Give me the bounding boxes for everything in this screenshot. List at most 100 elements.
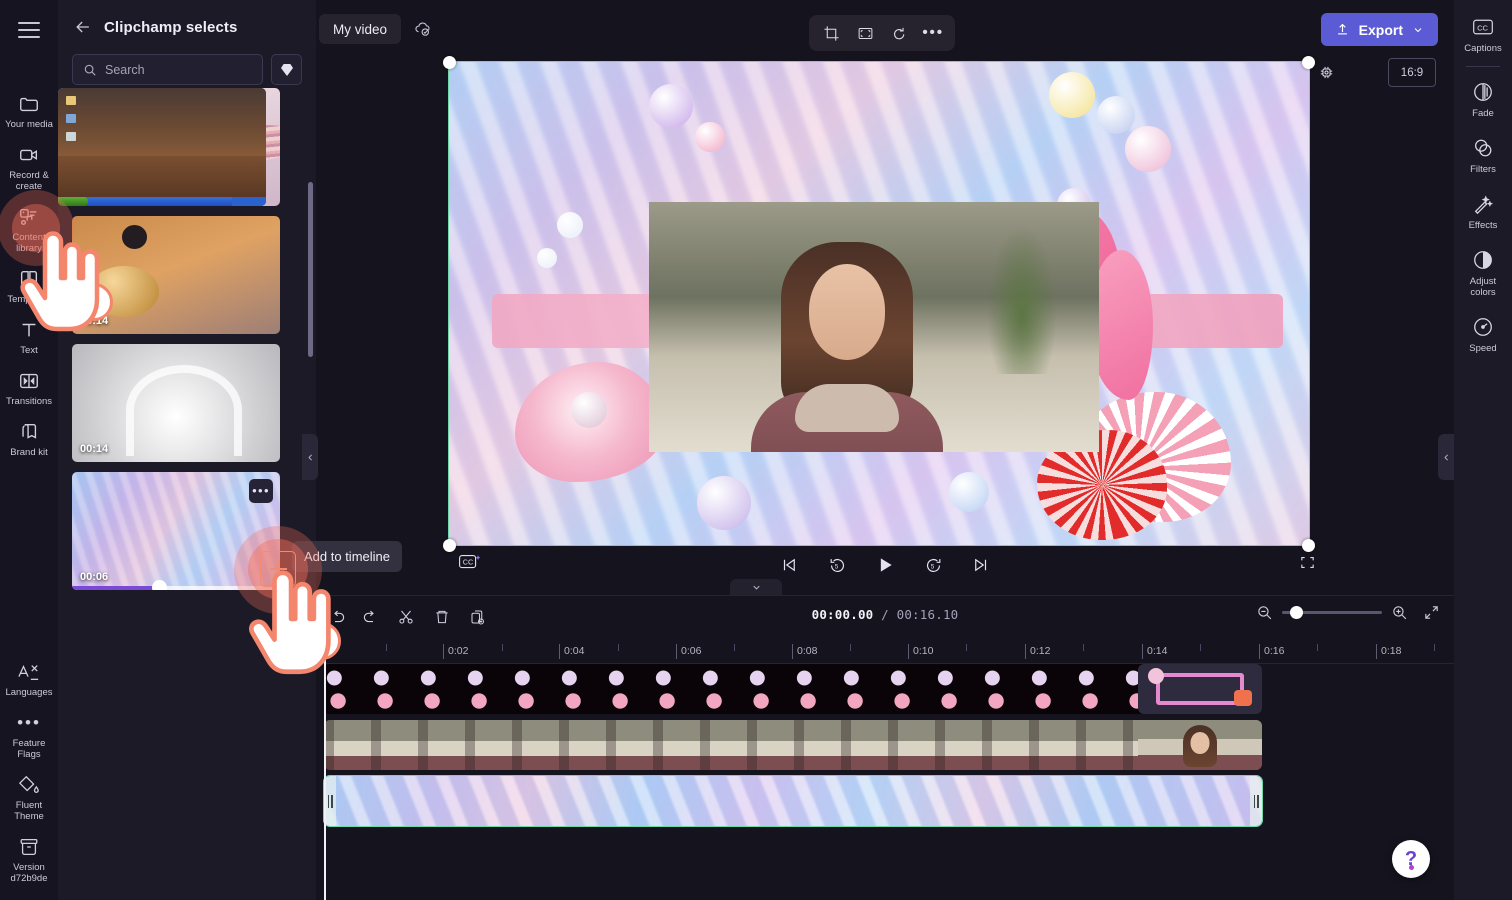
skip-to-end-button[interactable] xyxy=(968,552,994,578)
decor-bubble xyxy=(697,476,751,530)
sidebar-item-your-media[interactable]: Your media xyxy=(0,85,58,136)
list-item[interactable]: 00:14 xyxy=(72,344,280,462)
transport-controls: 5 5 xyxy=(776,552,994,578)
back-arrow-icon[interactable] xyxy=(72,16,94,38)
panel-header: Clipchamp selects xyxy=(58,0,316,54)
clip-hover-segment[interactable] xyxy=(1138,664,1262,714)
fullscreen-button[interactable] xyxy=(1299,554,1316,576)
right-item-captions[interactable]: CC Captions xyxy=(1454,6,1512,62)
sidebar-item-transitions[interactable]: Transitions xyxy=(0,362,58,413)
redo-button[interactable] xyxy=(354,602,386,632)
thumbnail-scrubber[interactable] xyxy=(72,580,280,590)
paint-bucket-icon xyxy=(18,773,40,797)
play-button[interactable] xyxy=(872,552,898,578)
rewind-5s-button[interactable]: 5 xyxy=(824,552,850,578)
decor-bubble xyxy=(1097,96,1135,134)
fit-to-frame-button[interactable] xyxy=(851,19,879,47)
right-item-label: Effects xyxy=(1468,220,1498,231)
undo-button[interactable] xyxy=(322,602,354,632)
effects-wand-icon xyxy=(1472,192,1494,216)
right-item-adjust-colors[interactable]: Adjust colors xyxy=(1454,239,1512,306)
sidebar-item-content-library[interactable]: Content library xyxy=(0,198,58,260)
table-row[interactable] xyxy=(323,775,1263,827)
right-item-effects[interactable]: Effects xyxy=(1454,183,1512,239)
duplicate-button[interactable] xyxy=(462,602,494,632)
right-item-filters[interactable]: Filters xyxy=(1454,127,1512,183)
ruler-tick-minor xyxy=(966,644,967,651)
video-preview[interactable] xyxy=(448,61,1310,546)
forward-5s-button[interactable]: 5 xyxy=(920,552,946,578)
premium-diamond-icon[interactable] xyxy=(271,54,302,85)
sidebar-item-feature-flags[interactable]: ••• Feature Flags xyxy=(0,704,58,766)
collapse-panel-button[interactable] xyxy=(302,434,318,480)
left-sidebar-items: Your media Record & create Content libra… xyxy=(0,67,58,464)
grip-bar xyxy=(1257,794,1259,808)
zoom-slider-knob[interactable] xyxy=(1290,606,1303,619)
cloud-saved-icon xyxy=(413,19,432,38)
sidebar-item-version[interactable]: Version d72b9de xyxy=(0,828,58,890)
filmstrip-frame xyxy=(935,664,982,714)
hamburger-bar xyxy=(18,36,40,38)
templates-icon xyxy=(18,267,40,291)
sidebar-item-languages[interactable]: Languages xyxy=(0,653,58,704)
filmstrip-frame xyxy=(700,664,747,714)
export-button[interactable]: Export xyxy=(1320,13,1438,46)
speed-gauge-icon xyxy=(1472,315,1494,339)
ruler-tick-minor xyxy=(1200,644,1201,651)
split-button[interactable] xyxy=(390,602,422,632)
sidebar-item-label: Version d72b9de xyxy=(10,862,48,884)
skip-to-start-button[interactable] xyxy=(776,552,802,578)
zoom-out-button[interactable] xyxy=(1256,604,1273,621)
thumbnail-duration: 00:06 xyxy=(80,571,109,583)
sidebar-item-text[interactable]: Text xyxy=(0,311,58,362)
clip-hover-segment[interactable] xyxy=(1138,720,1262,770)
chip-settings-icon[interactable] xyxy=(1318,64,1335,81)
delete-button[interactable] xyxy=(426,602,458,632)
right-item-fade[interactable]: Fade xyxy=(1454,71,1512,127)
closed-captions-icon[interactable]: CC xyxy=(458,552,482,577)
rotate-button[interactable] xyxy=(885,19,913,47)
brand-kit-icon xyxy=(18,420,40,444)
collapse-timeline-button[interactable] xyxy=(730,579,782,595)
filmstrip-frame xyxy=(606,664,653,714)
trim-handle-right[interactable] xyxy=(1250,776,1262,826)
aspect-ratio-button[interactable]: 16:9 xyxy=(1388,58,1436,87)
decor-shell xyxy=(1234,690,1252,706)
right-item-speed[interactable]: Speed xyxy=(1454,306,1512,362)
crop-button[interactable] xyxy=(817,19,845,47)
list-item[interactable]: 00:14 xyxy=(72,216,280,334)
desktop-icon xyxy=(66,96,76,105)
help-button[interactable]: ? xyxy=(1392,840,1430,878)
table-row[interactable] xyxy=(324,664,1262,714)
ruler-tick: 0:12 xyxy=(1025,644,1050,659)
sidebar-item-record-create[interactable]: Record & create xyxy=(0,136,58,198)
sidebar-item-templates[interactable]: Templates xyxy=(0,260,58,311)
more-options-icon[interactable]: ••• xyxy=(249,479,273,503)
sidebar-item-brand-kit[interactable]: Brand kit xyxy=(0,413,58,464)
project-name-button[interactable]: My video xyxy=(319,14,402,44)
decor-bubble xyxy=(949,472,989,512)
fit-timeline-icon xyxy=(1425,606,1438,619)
ruler-tick: 0:08 xyxy=(792,644,817,659)
sidebar-item-label: Transitions xyxy=(5,396,53,407)
fit-timeline-button[interactable] xyxy=(1423,604,1440,621)
ruler-tick: 0:04 xyxy=(559,644,584,659)
list-item[interactable] xyxy=(58,88,266,206)
search-input[interactable] xyxy=(105,62,252,77)
search-input-wrapper[interactable] xyxy=(72,54,263,85)
filmstrip-frame xyxy=(559,664,606,714)
table-row[interactable] xyxy=(324,720,1262,770)
zoom-slider[interactable] xyxy=(1282,606,1382,619)
panel-scrollbar[interactable] xyxy=(308,182,313,357)
timeline-ruler[interactable]: 0:02 0:04 0:06 0:08 0:10 0:12 0:14 0:16 … xyxy=(316,638,1454,664)
sidebar-item-fluent-theme[interactable]: Fluent Theme xyxy=(0,766,58,828)
more-options-button[interactable]: ••• xyxy=(919,19,947,47)
sidebar-item-label: Brand kit xyxy=(10,447,48,458)
right-item-label: Adjust colors xyxy=(1469,276,1497,298)
zoom-in-button[interactable] xyxy=(1391,604,1408,621)
playhead[interactable] xyxy=(324,638,326,900)
hamburger-menu-icon[interactable] xyxy=(12,17,46,43)
collapse-right-panel-button[interactable] xyxy=(1438,434,1454,480)
inner-video-clip xyxy=(649,202,1099,452)
list-item[interactable]: 00:06 ••• xyxy=(72,472,280,590)
